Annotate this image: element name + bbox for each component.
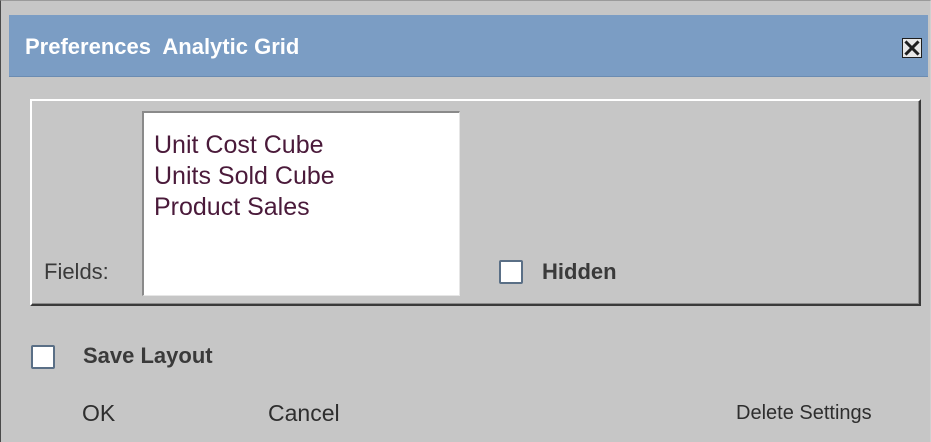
save-layout-checkbox[interactable] <box>31 345 55 369</box>
list-item[interactable]: Units Sold Cube <box>154 161 459 192</box>
fields-listbox[interactable]: Unit Cost Cube Units Sold Cube Product S… <box>142 111 460 296</box>
preferences-dialog: Preferences Analytic Grid Fields: Unit C… <box>0 0 931 442</box>
list-item[interactable]: Product Sales <box>154 192 459 223</box>
close-icon <box>904 40 920 56</box>
dialog-title: Preferences Analytic Grid <box>25 34 300 59</box>
ok-button[interactable]: OK <box>82 400 115 427</box>
cancel-button[interactable]: Cancel <box>268 400 340 427</box>
list-item[interactable]: Unit Cost Cube <box>154 130 459 161</box>
fields-label: Fields: <box>44 259 109 284</box>
close-button[interactable] <box>902 38 922 58</box>
delete-settings-button[interactable]: Delete Settings <box>736 402 872 425</box>
fields-group: Fields: Unit Cost Cube Units Sold Cube P… <box>30 99 921 306</box>
hidden-label: Hidden <box>542 259 617 284</box>
hidden-checkbox[interactable] <box>499 260 523 284</box>
save-layout-label: Save Layout <box>83 343 213 368</box>
title-bar: Preferences Analytic Grid <box>9 15 928 77</box>
